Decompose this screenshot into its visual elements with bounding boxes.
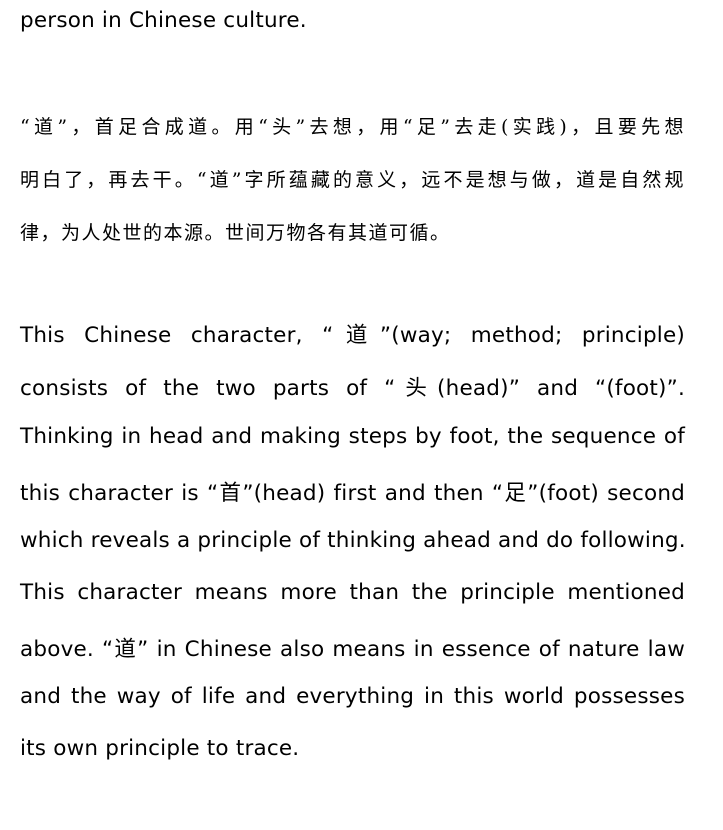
english-line: above. “道” in Chinese also means in esse…	[20, 637, 685, 662]
chinese-line: 律，为人处世的本源。世间万物各有其道可循。	[20, 222, 451, 244]
english-line: its own principle to trace.	[20, 736, 300, 761]
chinese-line: “道”，首足合成道。用“头”去想，用“足”去走(实践)，且要先想	[20, 116, 685, 138]
english-line: consists of the two parts of “头(head)” a…	[20, 376, 685, 401]
english-line: which reveals a principle of thinking ah…	[20, 528, 686, 553]
chinese-line: 明白了，再去干。“道”字所蕴藏的意义，远不是想与做，道是自然规	[20, 169, 685, 191]
english-line: This character means more than the princ…	[20, 580, 685, 605]
english-line: This Chinese character, “道”(way; method;…	[20, 323, 685, 348]
english-line: and the way of life and everything in th…	[20, 684, 685, 709]
document-page: person in Chinese culture. “道”，首足合成道。用“头…	[0, 0, 723, 830]
english-line: this character is “首”(head) first and th…	[20, 481, 685, 506]
top-text-fragment: person in Chinese culture.	[20, 8, 307, 33]
english-line: Thinking in head and making steps by foo…	[20, 424, 685, 449]
